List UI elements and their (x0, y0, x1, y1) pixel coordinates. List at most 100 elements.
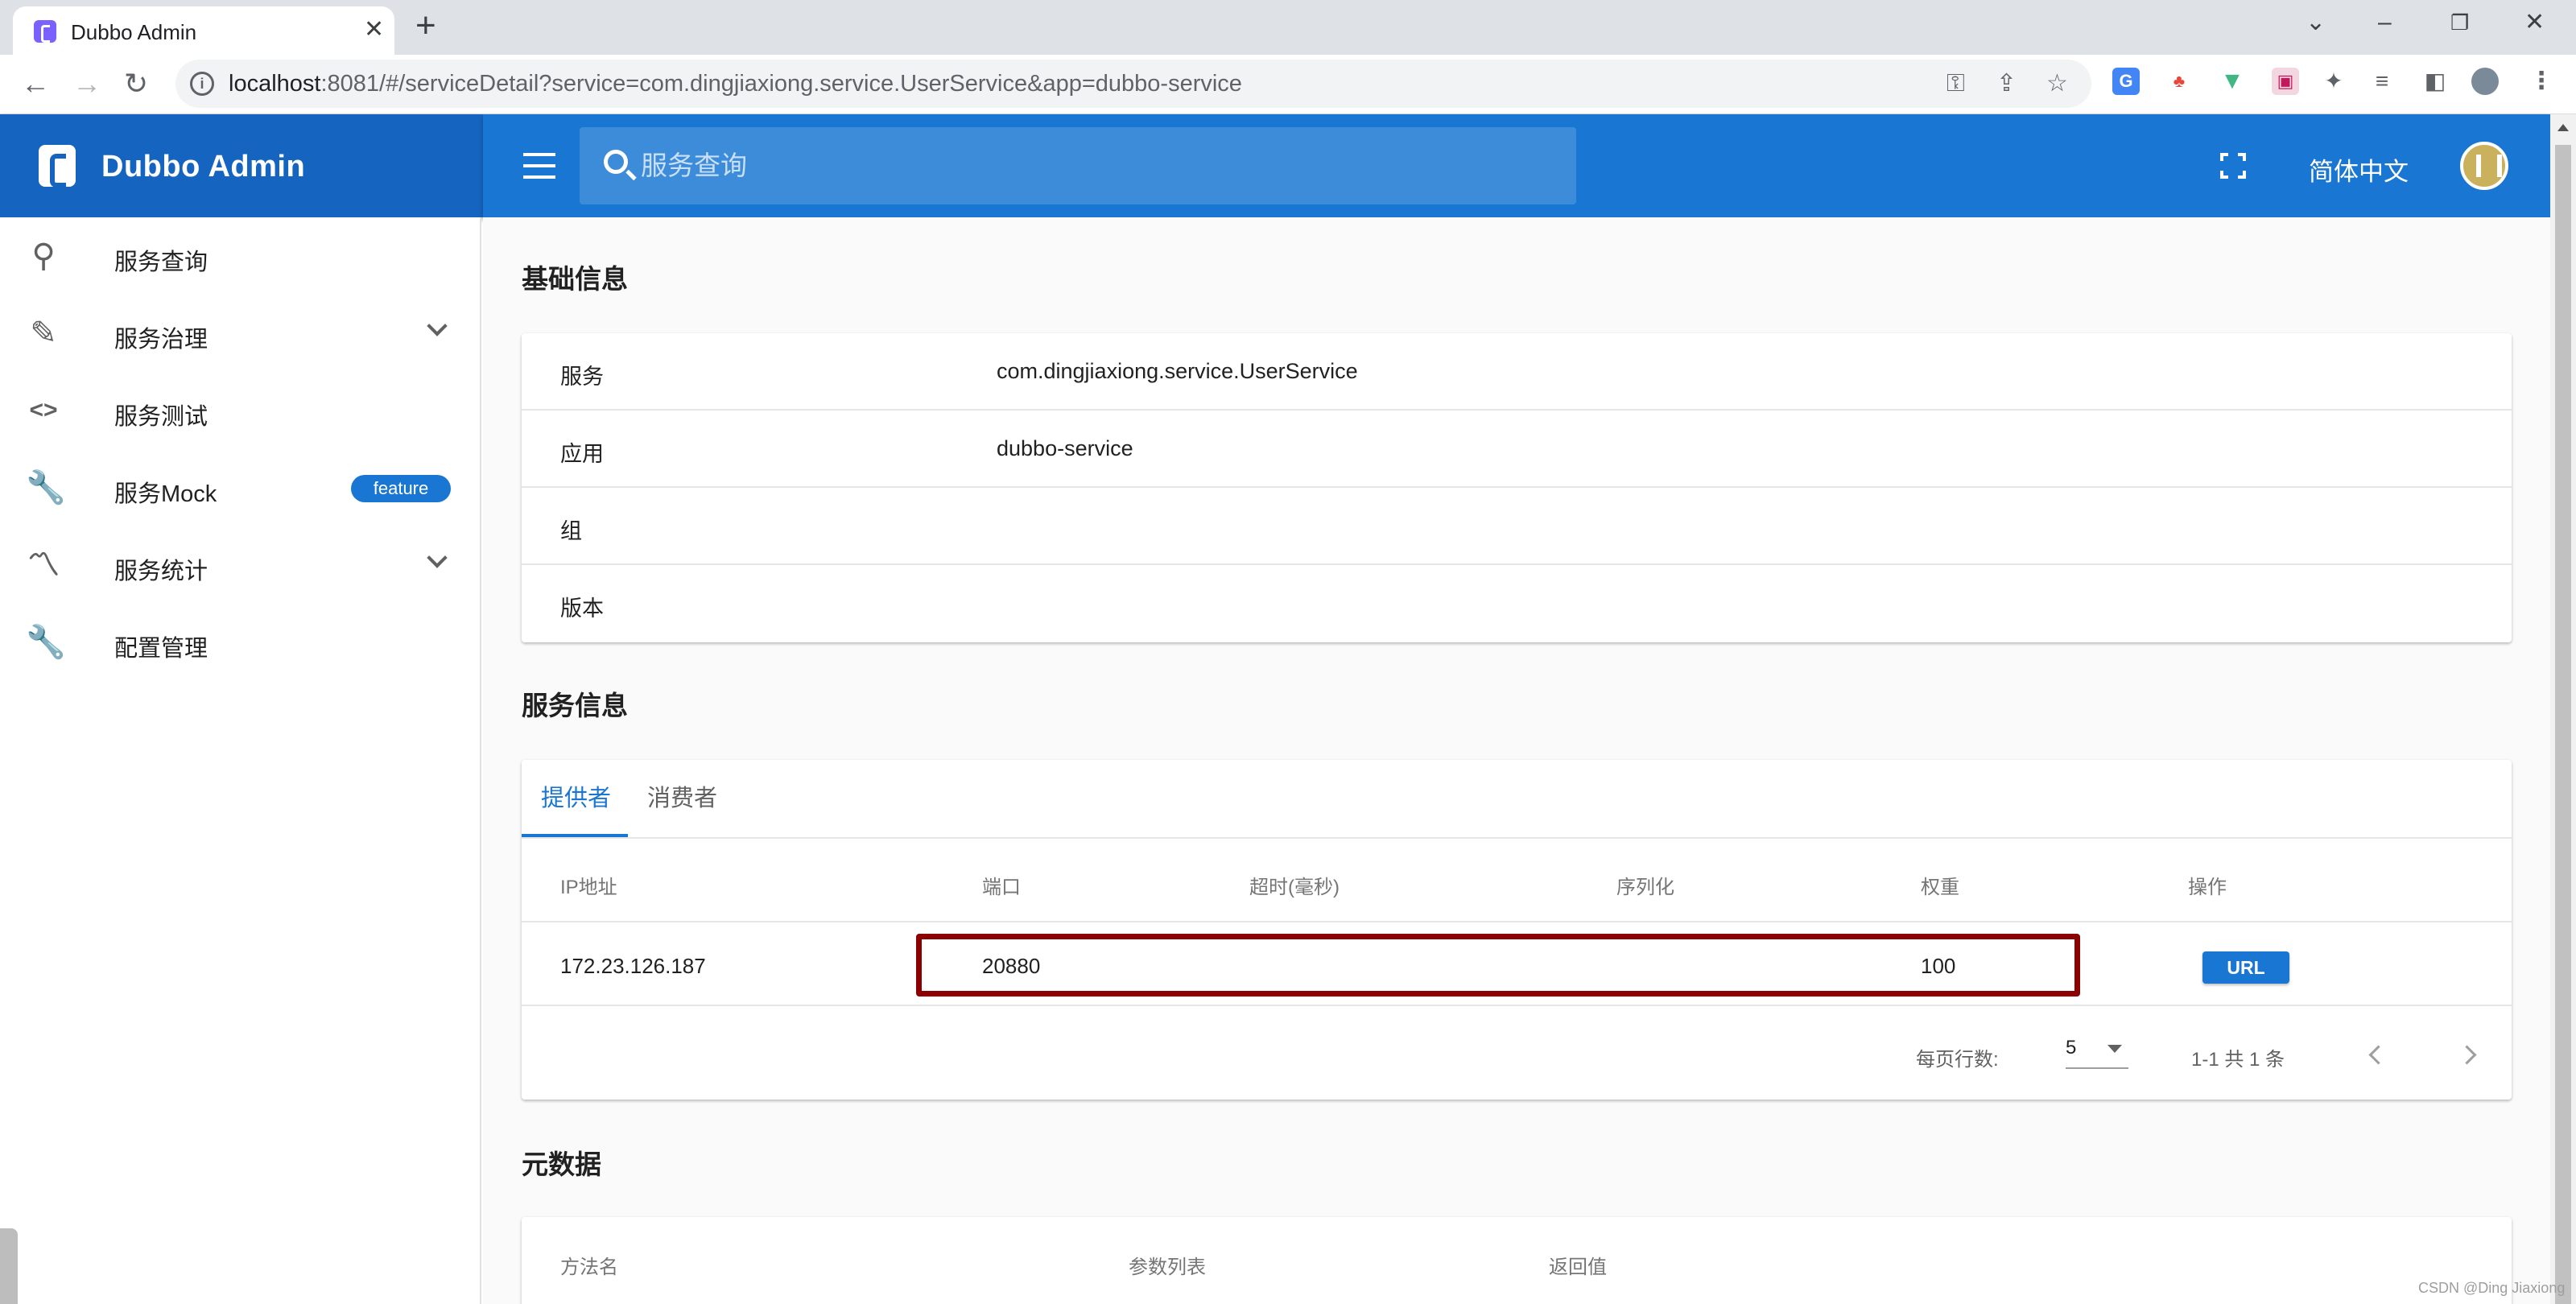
browser-tab[interactable]: Dubbo Admin ✕ (13, 6, 394, 55)
sidebar-item-label: 服务治理 (114, 327, 208, 353)
column-header-action: 操作 (2188, 877, 2227, 898)
brand-bar: Dubbo Admin (0, 114, 483, 217)
url-button[interactable]: URL (2202, 951, 2289, 984)
user-avatar[interactable] (2460, 142, 2508, 190)
info-row-version: 版本 (522, 565, 2512, 642)
service-info-card: 提供者 消费者 IP地址 端口 超时(毫秒) 序列化 权重 操作 172.23.… (522, 760, 2512, 1100)
caret-down-icon (2107, 1045, 2122, 1053)
info-label: 应用 (560, 442, 604, 466)
info-value: dubbo-service (997, 436, 1133, 460)
reading-list-icon[interactable]: ≡ (2368, 68, 2396, 95)
minimize-icon[interactable]: – (2378, 6, 2392, 39)
sidebar-item-label: 配置管理 (114, 636, 208, 662)
app-title: Dubbo Admin (101, 150, 306, 184)
window-close-icon[interactable]: ✕ (2524, 6, 2545, 39)
profile-avatar[interactable] (2471, 68, 2499, 95)
scroll-up-icon[interactable] (2557, 124, 2569, 131)
back-icon[interactable]: ← (21, 68, 50, 100)
service-tabs: 提供者 消费者 (522, 760, 2512, 837)
more-menu-icon[interactable]: ⋮ (2528, 68, 2555, 95)
translate-extension-icon[interactable]: G (2112, 68, 2140, 95)
page-scrollbar[interactable] (2550, 114, 2576, 1304)
chevron-left-icon[interactable] (2365, 1045, 2384, 1064)
divider (522, 921, 2512, 922)
main-content: 基础信息 服务 com.dingjiaxiong.service.UserSer… (483, 217, 2550, 1304)
service-info-title: 服务信息 (522, 691, 628, 720)
info-row-service: 服务 com.dingjiaxiong.service.UserService (522, 333, 2512, 411)
rows-per-page-label: 每页行数: (1916, 1049, 1999, 1071)
address-url[interactable]: localhost:8081/#/serviceDetail?service=c… (229, 71, 1242, 97)
search-input[interactable] (641, 145, 1526, 187)
trending-icon: 〽 (27, 547, 60, 583)
watermark: CSDN @Ding Jiaxiong (2418, 1280, 2566, 1296)
chevron-down-icon[interactable] (427, 551, 446, 570)
sidebar-item-label: 服务Mock (114, 481, 217, 507)
chevron-down-icon[interactable] (427, 319, 446, 338)
metadata-card: 方法名 参数列表 返回值 (522, 1217, 2512, 1304)
column-header-params[interactable]: 参数列表 (1129, 1251, 1206, 1279)
rows-per-page-select[interactable]: 5 (2066, 1034, 2128, 1069)
extension-icon[interactable]: ♣ (2165, 68, 2193, 95)
language-switch[interactable]: 简体中文 (2309, 151, 2409, 188)
pagination-range: 1-1 共 1 条 (2191, 1049, 2285, 1071)
share-icon[interactable]: ⇪ (1996, 69, 2017, 98)
sidebar-item-label: 服务查询 (114, 250, 208, 275)
app-bar: 简体中文 (483, 114, 2550, 217)
puzzle-icon[interactable]: ✦ (2320, 68, 2347, 95)
tab-providers[interactable]: 提供者 (522, 760, 630, 837)
close-icon[interactable]: ✕ (364, 18, 384, 42)
basic-info-card: 服务 com.dingjiaxiong.service.UserService … (522, 333, 2512, 642)
info-value: com.dingjiaxiong.service.UserService (997, 359, 1358, 383)
sidebar-item-config-management[interactable]: 🔧 配置管理 (0, 604, 481, 681)
column-header-weight[interactable]: 权重 (1921, 871, 1959, 899)
column-header-serialization[interactable]: 序列化 (1616, 871, 1674, 899)
info-label: 版本 (560, 596, 604, 621)
service-search[interactable] (580, 127, 1576, 204)
sidebar-item-label: 服务统计 (114, 559, 208, 584)
divider (522, 837, 2512, 839)
bookmark-star-icon[interactable]: ☆ (2046, 69, 2068, 98)
address-bar[interactable]: i localhost:8081/#/serviceDetail?service… (175, 60, 2091, 108)
basic-info-title: 基础信息 (522, 264, 628, 294)
highlight-annotation (916, 934, 2080, 997)
sidebar-item-service-mock[interactable]: 🔧 服务Mock feature (0, 449, 481, 526)
scrollbar-thumb[interactable] (2555, 145, 2571, 1304)
cell-ip: 172.23.126.187 (560, 954, 706, 978)
column-header-method[interactable]: 方法名 (560, 1251, 618, 1279)
restore-icon[interactable]: ❐ (2450, 6, 2469, 39)
sidebar-item-service-governance[interactable]: ✎ 服务治理 (0, 295, 481, 372)
search-icon: ⚲ (31, 238, 56, 274)
column-header-return[interactable]: 返回值 (1549, 1251, 1607, 1279)
forward-icon[interactable]: → (72, 68, 101, 100)
info-row-group: 组 (522, 488, 2512, 565)
info-row-application: 应用 dubbo-service (522, 411, 2512, 488)
new-tab-icon[interactable]: + (415, 8, 436, 43)
metadata-title: 元数据 (522, 1149, 601, 1179)
tab-consumers[interactable]: 消费者 (628, 760, 737, 837)
chevron-right-icon[interactable] (2460, 1045, 2479, 1064)
menu-icon[interactable] (523, 153, 555, 179)
sidebar-item-service-test[interactable]: <> 服务测试 (0, 372, 481, 449)
column-header-port[interactable]: 端口 (982, 871, 1021, 899)
tab-search-icon[interactable]: ⌄ (2306, 6, 2326, 39)
sidebar-item-service-search[interactable]: ⚲ 服务查询 (0, 217, 481, 295)
vue-devtools-icon[interactable]: ▼ (2219, 68, 2246, 95)
sidebar-resize-handle[interactable] (0, 1228, 18, 1304)
column-header-ip[interactable]: IP地址 (560, 871, 617, 899)
extension-icon[interactable]: ▣ (2272, 68, 2299, 95)
side-panel-icon[interactable]: ◧ (2421, 68, 2449, 95)
site-info-icon[interactable]: i (190, 72, 214, 96)
column-header-timeout[interactable]: 超时(毫秒) (1249, 871, 1340, 899)
key-icon[interactable]: ⚿ (1946, 69, 1965, 98)
reload-icon[interactable]: ↻ (124, 68, 148, 100)
code-icon: <> (29, 397, 58, 423)
pencil-icon: ✎ (30, 316, 57, 351)
fullscreen-icon[interactable] (2220, 153, 2246, 179)
feature-badge: feature (351, 475, 451, 502)
info-label: 组 (560, 519, 582, 543)
wrench-icon: 🔧 (26, 470, 66, 506)
info-label: 服务 (560, 365, 604, 389)
divider (522, 1005, 2512, 1006)
sidebar-item-label: 服务测试 (114, 404, 208, 430)
sidebar-item-service-statistics[interactable]: 〽 服务统计 (0, 526, 481, 604)
